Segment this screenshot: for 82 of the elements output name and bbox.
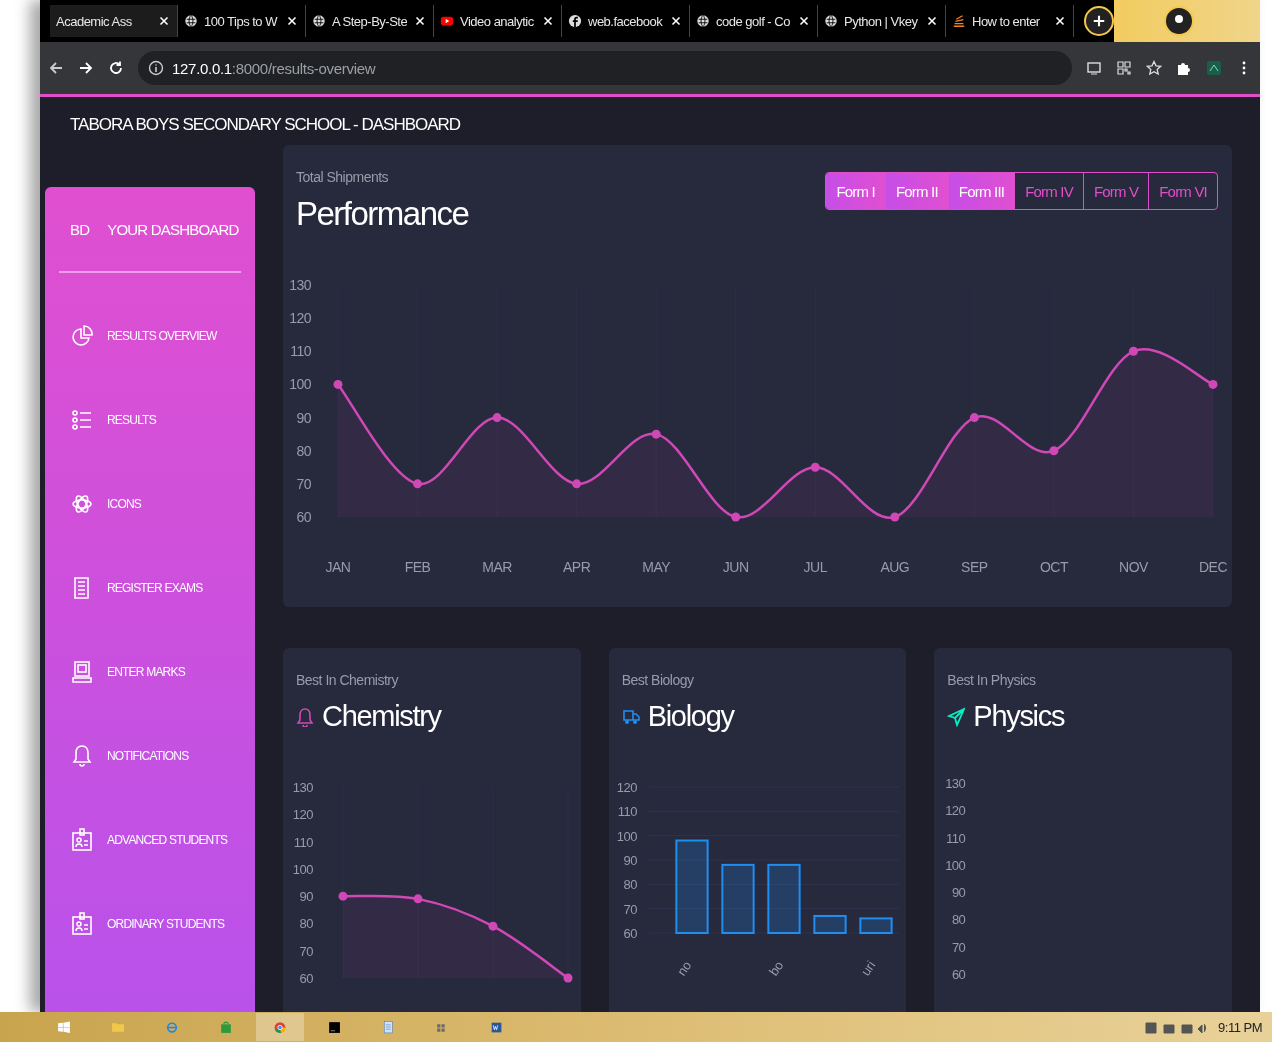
axis-category-label: no bbox=[673, 958, 695, 979]
axis-tick-label: 80 bbox=[299, 916, 313, 932]
axis-category-label: APR bbox=[563, 559, 591, 575]
clock-text: 9:11 PM bbox=[1218, 1019, 1263, 1035]
axis-tick-label: 90 bbox=[299, 889, 313, 905]
browser-tab[interactable]: Academic Ass bbox=[50, 5, 178, 37]
sidebar-item[interactable]: RESULTS bbox=[59, 378, 241, 462]
axis-tick-label: 80 bbox=[296, 442, 311, 459]
axis-tick-label: 120 bbox=[289, 310, 311, 327]
card-title: Physics bbox=[973, 700, 1065, 733]
sidebar-item[interactable]: REGISTER EXAMS bbox=[59, 546, 241, 630]
axis-category-label: uri bbox=[857, 958, 879, 979]
axis-tick-label: 60 bbox=[623, 926, 637, 941]
card-subtitle: Total Shipments bbox=[296, 169, 390, 185]
axis-tick-label: 110 bbox=[290, 343, 311, 360]
browser-tab[interactable]: 100 Tips to W bbox=[178, 5, 306, 37]
url-text: 127.0.0.1:8000/results-overview bbox=[172, 59, 376, 77]
form-toggle[interactable]: Form VI bbox=[1148, 173, 1217, 209]
axis-tick-label: 90 bbox=[296, 409, 311, 426]
axis-tick-label: 70 bbox=[623, 901, 637, 917]
axis-category-label: JAN bbox=[325, 559, 351, 575]
card-title: Biology bbox=[647, 700, 734, 733]
axis-tick-label: 100 bbox=[292, 861, 313, 877]
axis-tick-label: 60 bbox=[296, 509, 311, 525]
axis-category-label: JUL bbox=[803, 559, 827, 575]
form-toggle[interactable]: Form IV bbox=[1014, 173, 1083, 209]
axis-tick-label: 130 bbox=[289, 277, 311, 293]
axis-tick-label: 80 bbox=[623, 877, 637, 893]
axis-tick-label: 100 bbox=[616, 828, 637, 844]
axis-tick-label: 70 bbox=[296, 475, 311, 492]
axis-label: 130 bbox=[945, 777, 966, 793]
axis-tick-label: 60 bbox=[299, 971, 313, 986]
brand-logo: BD bbox=[70, 220, 90, 238]
browser-tab[interactable]: A Step-By-Ste bbox=[306, 5, 434, 37]
axis-label: 80 bbox=[951, 913, 966, 930]
form-toggle[interactable]: Form III bbox=[947, 173, 1015, 209]
axis-category-label: FEB bbox=[404, 559, 431, 575]
card-subtitle: Best Biology bbox=[621, 672, 695, 688]
page-title: TABORA BOYS SECONDARY SCHOOL - DASHBOARD bbox=[70, 115, 462, 135]
browser-tab[interactable]: code golf - Co bbox=[690, 5, 818, 37]
axis-label: 60 bbox=[951, 968, 966, 985]
axis-category-label: MAY bbox=[642, 559, 671, 575]
sidebar-item[interactable]: ICONS bbox=[59, 462, 241, 546]
card-subtitle: Best In Chemistry bbox=[296, 672, 400, 688]
axis-label: 120 bbox=[945, 804, 966, 821]
axis-tick-label: 90 bbox=[623, 853, 637, 868]
card-subtitle: Best In Physics bbox=[947, 672, 1037, 688]
axis-category-label: JUN bbox=[722, 559, 749, 575]
sidebar-item[interactable]: NOTIFICATIONS bbox=[59, 714, 241, 798]
axis-tick-label: 120 bbox=[616, 780, 637, 795]
card-title: Performance bbox=[296, 195, 469, 233]
browser-tab[interactable]: web.facebook bbox=[562, 5, 690, 37]
axis-tick-label: 110 bbox=[617, 804, 637, 820]
axis-label: 90 bbox=[951, 886, 966, 903]
browser-tab[interactable]: Python | Vkey bbox=[818, 5, 946, 37]
form-toggle[interactable]: Form V bbox=[1082, 173, 1149, 209]
axis-tick-label: 70 bbox=[299, 943, 313, 959]
sidebar-item[interactable]: ORDINARY STUDENTS bbox=[59, 882, 241, 966]
axis-label: 70 bbox=[951, 940, 966, 957]
axis-category-label: bo bbox=[765, 958, 787, 979]
sidebar-item[interactable]: ENTER MARKS bbox=[59, 630, 241, 714]
axis-tick-label: 120 bbox=[292, 807, 313, 823]
form-toggle[interactable]: Form I bbox=[826, 173, 885, 209]
axis-tick-label: 130 bbox=[292, 780, 313, 795]
axis-category-label: NOV bbox=[1119, 559, 1148, 575]
axis-category-label: SEP bbox=[961, 559, 988, 575]
axis-tick-label: 100 bbox=[289, 376, 311, 393]
axis-category-label: MAR bbox=[482, 559, 512, 575]
form-toggle[interactable]: Form II bbox=[884, 173, 948, 209]
browser-tab[interactable]: How to enter bbox=[946, 5, 1074, 37]
brand-name: YOUR DASHBOARD bbox=[107, 220, 239, 238]
address-field[interactable]: 127.0.0.1:8000/results-overview bbox=[138, 51, 1072, 85]
sidebar-item[interactable]: RESULTS OVERVIEW bbox=[59, 294, 241, 378]
axis-category-label: OCT bbox=[1039, 559, 1068, 575]
browser-tab[interactable]: Video analytic bbox=[434, 5, 562, 37]
sidebar-item[interactable]: ADVANCED STUDENTS bbox=[59, 798, 241, 882]
axis-category-label: DEC bbox=[1198, 559, 1228, 575]
axis-label: 110 bbox=[946, 831, 966, 848]
axis-category-label: AUG bbox=[880, 559, 910, 575]
axis-tick-label: 110 bbox=[293, 834, 313, 850]
card-title: Chemistry bbox=[322, 700, 441, 733]
axis-label: 100 bbox=[945, 858, 966, 875]
